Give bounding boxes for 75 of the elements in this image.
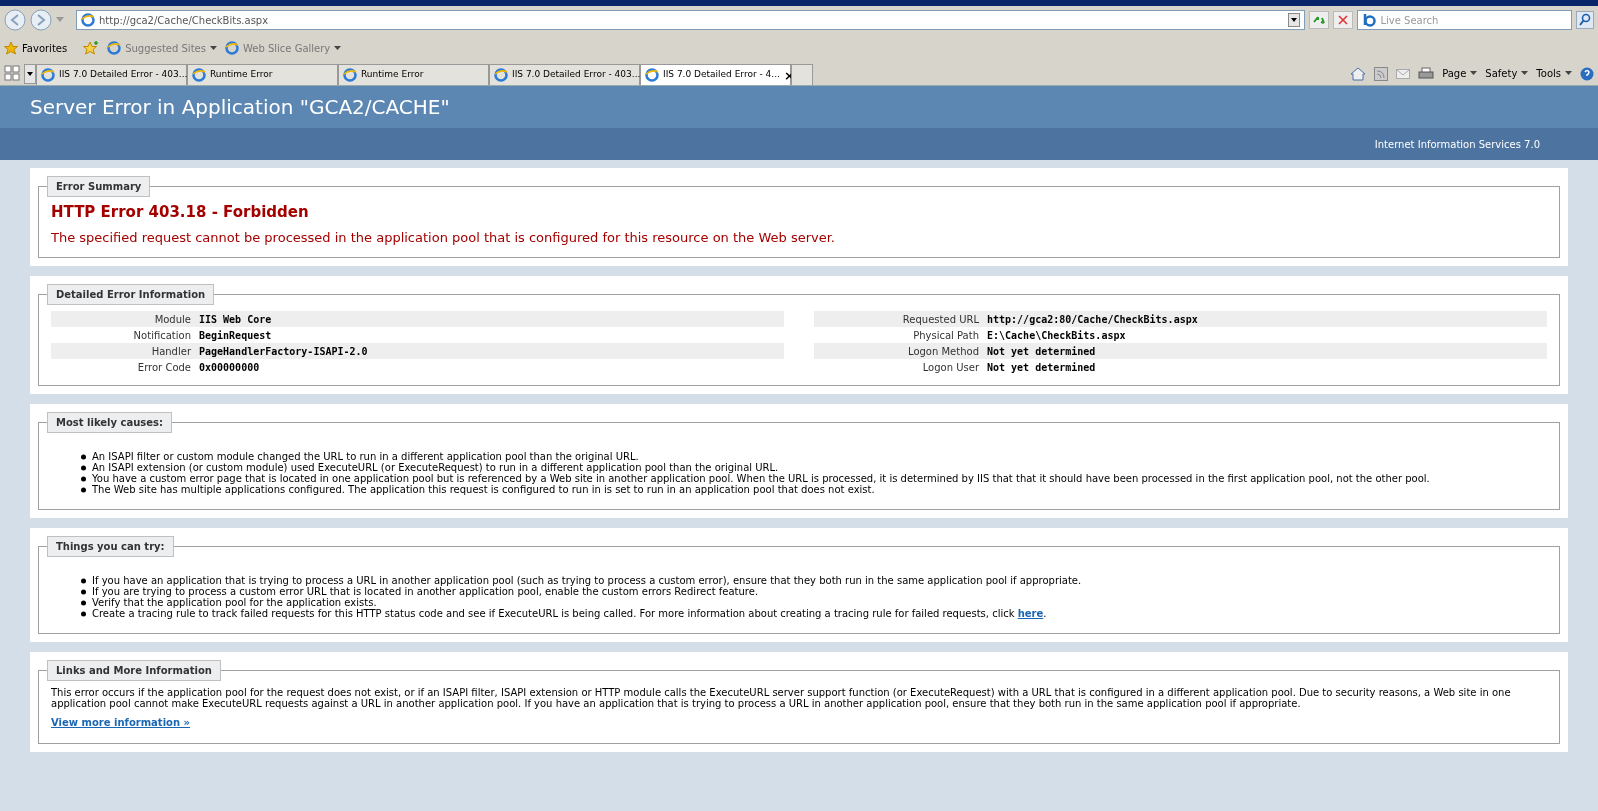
caret-icon [1521, 71, 1529, 76]
page-icon [494, 68, 508, 82]
field-label: Logon User [921, 360, 979, 375]
list-text: If you have an application that is trying to process a URL in another application pool (such as trying to process a custom error), ensure that they both run in the same application pool if appropriate. [92, 575, 1082, 586]
list-text: If you are trying to process a custom error URL that is located in another application pool, enable the custom errors Redirect feature. [92, 586, 759, 597]
home-icon[interactable] [1350, 66, 1367, 81]
page-icon [81, 13, 95, 27]
field-label: Error Code [136, 360, 191, 375]
address-field[interactable]: http://gca2/Cache/CheckBits.aspx [76, 10, 1306, 30]
section-legend: Links and More Information [47, 660, 221, 681]
page-icon [107, 41, 122, 55]
list-text: You have a custom error page that is located in one application pool but is referenced by a Web site in another application pool. When the URL is processed, it is determined by IIS that that it should have been processed in the first application pool, not the other pool. [92, 473, 1430, 484]
browser-tab[interactable]: Runtime Error [187, 64, 338, 85]
field-value: PageHandlerFactory-ISAPI-2.0 [199, 344, 368, 359]
field-label: Module [153, 312, 191, 327]
section-legend: Things you can try: [47, 536, 174, 557]
new-tab-button[interactable] [791, 64, 813, 85]
caret-icon [1565, 71, 1572, 76]
section-legend: Error Summary [47, 176, 151, 197]
search-field[interactable]: Live Search [1357, 10, 1572, 30]
list-text: The Web site has multiple applications configured. The application this request is configured to run in is set to run in an application pool that does not exist. [92, 484, 875, 495]
page-icon [192, 68, 206, 82]
list-text: Create a tracing rule to track failed requests for this HTTP status code and see if ExecuteURL is being called. For more information about creating a tracing rule for failed requests, click here. [92, 608, 1047, 619]
close-icon[interactable] [1333, 11, 1354, 29]
search-input[interactable]: Live Search [1380, 12, 1567, 28]
list-text: An ISAPI filter or custom module changed the URL to run in a different application pool than the original URL. [92, 451, 639, 462]
caret-icon[interactable] [1288, 13, 1301, 27]
search-icon[interactable] [1576, 11, 1594, 29]
search-engine-icon [1362, 13, 1377, 27]
field-value: E:\Cache\CheckBits.aspx [987, 328, 1126, 343]
field-label: Notification [132, 328, 191, 343]
star-icon [4, 41, 18, 55]
more-info-link[interactable]: View more information » [51, 717, 190, 728]
field-value: http://gca2:80/Cache/CheckBits.aspx [987, 312, 1198, 327]
mail-icon[interactable] [1396, 67, 1411, 80]
browser-tab[interactable]: IIS 7.0 Detailed Error - 403.... [489, 64, 640, 85]
browser-tab[interactable]: IIS 7.0 Detailed Error - 403.... [36, 64, 187, 85]
feed-icon[interactable] [1374, 66, 1389, 81]
help-icon[interactable] [1580, 66, 1594, 81]
server-name: Internet Information Services 7.0 [1374, 137, 1540, 152]
page-icon [41, 68, 55, 82]
back-icon[interactable] [4, 9, 26, 31]
page-title: Server Error in Application "GCA2/CACHE" [30, 94, 450, 121]
command-menu[interactable]: Tools [1536, 66, 1572, 81]
browser-tab[interactable]: Runtime Error [338, 64, 489, 85]
print-icon[interactable] [1418, 66, 1435, 81]
page-icon [224, 41, 239, 55]
command-menu[interactable]: Page [1442, 66, 1478, 81]
favorites-button[interactable]: Favorites [4, 40, 68, 56]
field-value: 0x00000000 [199, 360, 260, 375]
field-value: Not yet determined [987, 344, 1096, 359]
caret-icon [1470, 71, 1478, 76]
list-text: An ISAPI extension (or custom module) used ExecuteURL (or ExecuteRequest) to run in a different application pool than the original URL. [92, 462, 779, 473]
field-value: IIS Web Core [199, 312, 272, 327]
add-favorite-icon[interactable] [83, 41, 100, 55]
caret-icon[interactable] [24, 64, 36, 84]
field-value: Not yet determined [987, 360, 1096, 375]
command-menu[interactable]: Safety [1485, 66, 1529, 81]
field-label: Requested URL [901, 312, 979, 327]
caret-icon [209, 45, 217, 51]
forward-icon[interactable] [30, 9, 52, 31]
page-icon [343, 68, 357, 82]
refresh-icon[interactable] [1309, 11, 1330, 29]
field-label: Logon Method [907, 344, 979, 359]
field-value: BeginRequest [199, 328, 272, 343]
field-label: Handler [150, 344, 191, 359]
error-heading: HTTP Error 403.18 - Forbidden [51, 202, 310, 223]
section-legend: Most likely causes: [47, 412, 172, 433]
list-text: Verify that the application pool for the application exists. [92, 597, 377, 608]
info-text: This error occurs if the application pool for the request does not exist, or if an ISAPI filter, ISAPI extension or HTTP module calls the ExecuteURL server support function (or ExecuteRequest) with a URL that is configured in a different application pool. Due to security reasons, a Web site in one application pool cannot make ExecuteURL requests against a URL in another application pool. If you have an application that is trying to process a URL in another application pool, ensure that they both run in the same application pool if appropriate. [51, 686, 1512, 709]
caret-icon [334, 45, 342, 51]
field-label: Physical Path [912, 328, 979, 343]
page-icon [645, 68, 659, 82]
section-legend: Detailed Error Information [47, 284, 215, 305]
error-message: The specified request cannot be processed in the application pool that is configured for this resource on the Web server. [51, 228, 836, 247]
